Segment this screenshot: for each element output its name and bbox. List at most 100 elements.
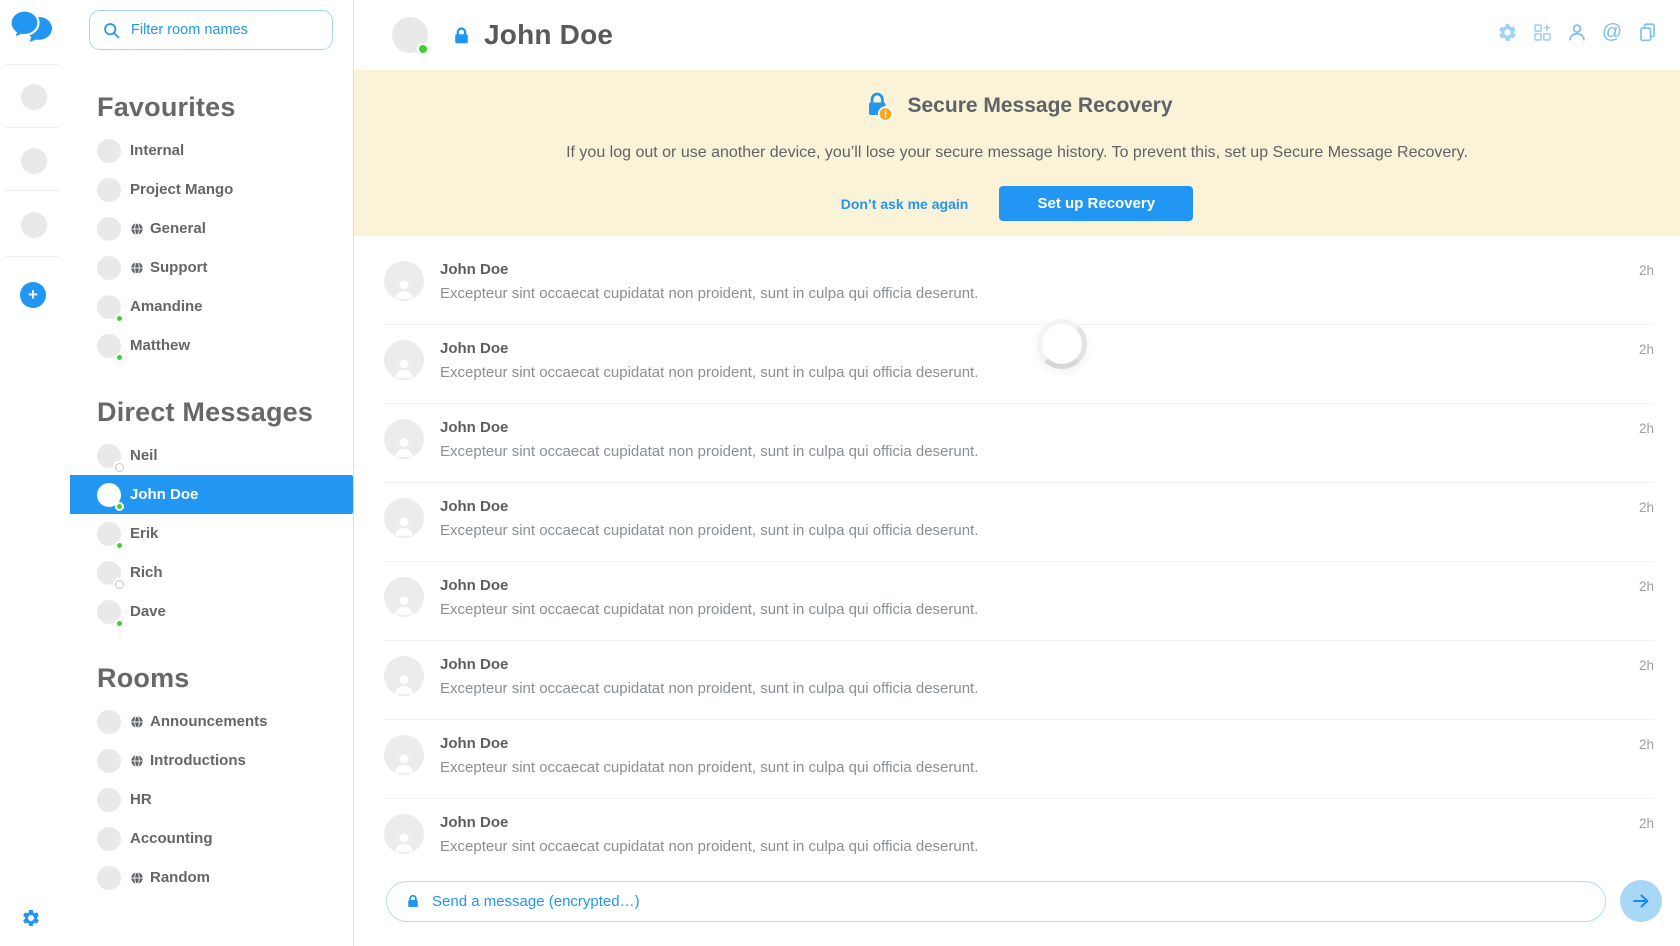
room-name-label: Announcements	[150, 713, 268, 730]
message-row: John Doe Excepteur sint occaecat cupidat…	[384, 641, 1654, 720]
rail-divider	[5, 64, 59, 65]
presence-offline-dot	[115, 463, 124, 472]
room-filter-box	[89, 10, 333, 50]
room-name-label: Internal	[130, 142, 184, 159]
message-content: John Doe Excepteur sint occaecat cupidat…	[440, 261, 1639, 324]
rail-avatar[interactable]	[21, 212, 47, 238]
conversation-panel: John Doe @	[354, 0, 1680, 946]
room-avatar	[97, 217, 121, 241]
message-sender: John Doe	[440, 577, 1639, 594]
globe-icon	[130, 871, 144, 885]
dismiss-button[interactable]: Don’t ask me again	[841, 196, 969, 212]
user-avatar	[97, 522, 121, 546]
sidebar-room-item[interactable]: Introductions	[70, 741, 353, 780]
rail-divider	[5, 127, 59, 128]
settings-icon[interactable]	[1496, 21, 1518, 43]
add-room-button[interactable]: +	[20, 282, 46, 308]
files-icon[interactable]	[1636, 21, 1658, 43]
sidebar-room-item[interactable]: Announcements	[70, 702, 353, 741]
rail-divider	[5, 190, 59, 191]
presence-online-dot	[115, 619, 124, 628]
room-avatar	[97, 139, 121, 163]
section-heading-rooms: Rooms	[97, 663, 353, 694]
sidebar-room-item[interactable]: Accounting	[70, 819, 353, 858]
globe-icon	[130, 261, 144, 275]
message-timestamp: 2h	[1639, 579, 1654, 640]
room-name-label: Introductions	[150, 752, 246, 769]
encrypted-lock-icon	[405, 893, 421, 909]
conversation-title: John Doe	[484, 19, 613, 51]
message-timestamp: 2h	[1639, 500, 1654, 561]
message-sender: John Doe	[440, 498, 1639, 515]
message-timestamp: 2h	[1639, 342, 1654, 403]
message-timestamp: 2h	[1639, 816, 1654, 878]
user-avatar	[97, 561, 121, 585]
room-filter-input[interactable]	[131, 22, 320, 38]
message-avatar-person-icon	[384, 261, 424, 301]
presence-online-dot	[115, 314, 124, 323]
sidebar-dm-item[interactable]: Rich	[70, 553, 353, 592]
room-list-sidebar: Favourites Internal Project Mango	[70, 0, 354, 946]
message-text: Excepteur sint occaecat cupidatat non pr…	[440, 364, 1639, 381]
message-composer	[386, 880, 1662, 922]
sidebar-dm-item[interactable]: Dave	[70, 592, 353, 631]
sidebar-room-item[interactable]: Matthew	[70, 326, 353, 365]
room-name-label: Project Mango	[130, 181, 233, 198]
room-avatar	[97, 178, 121, 202]
sidebar-dm-item[interactable]: Erik	[70, 514, 353, 553]
message-content: John Doe Excepteur sint occaecat cupidat…	[440, 577, 1639, 640]
sidebar-room-item[interactable]: Support	[70, 248, 353, 287]
sidebar-room-item[interactable]: Project Mango	[70, 170, 353, 209]
sidebar-dm-item[interactable]: John Doe	[70, 475, 353, 514]
sidebar-room-item[interactable]: General	[70, 209, 353, 248]
room-name-label: Random	[150, 869, 210, 886]
message-avatar-person-icon	[384, 577, 424, 617]
message-content: John Doe Excepteur sint occaecat cupidat…	[440, 814, 1639, 878]
sidebar-room-item[interactable]: Internal	[70, 131, 353, 170]
setup-recovery-button[interactable]: Set up Recovery	[999, 186, 1193, 221]
room-name-label: Amandine	[130, 298, 203, 315]
message-text: Excepteur sint occaecat cupidatat non pr…	[440, 522, 1639, 539]
app-logo-chat-bubbles-icon	[9, 9, 55, 54]
sidebar-room-item[interactable]: Random	[70, 858, 353, 897]
banner-title: Secure Message Recovery	[908, 94, 1173, 118]
send-arrow-icon	[1630, 890, 1652, 912]
sidebar-room-item[interactable]: Amandine	[70, 287, 353, 326]
sidebar-dm-item[interactable]: Neil	[70, 436, 353, 475]
composer-input[interactable]	[432, 893, 1589, 910]
message-content: John Doe Excepteur sint occaecat cupidat…	[440, 735, 1639, 798]
room-avatar	[97, 827, 121, 851]
room-name-label: HR	[130, 791, 152, 808]
user-name-label: Rich	[130, 564, 163, 581]
message-text: Excepteur sint occaecat cupidatat non pr…	[440, 680, 1639, 697]
rail-avatar[interactable]	[21, 148, 47, 174]
members-icon[interactable]	[1566, 21, 1588, 43]
svg-text:!: !	[883, 109, 886, 120]
room-avatar	[97, 866, 121, 890]
message-row: John Doe Excepteur sint occaecat cupidat…	[384, 325, 1654, 404]
user-name-label: Neil	[130, 447, 158, 464]
warning-lock-icon: !	[862, 90, 895, 122]
user-name-label: Erik	[130, 525, 158, 542]
message-avatar-person-icon	[384, 419, 424, 459]
room-avatar	[97, 334, 121, 358]
encrypted-lock-icon	[451, 25, 472, 46]
globe-icon	[130, 754, 144, 768]
add-integration-icon[interactable]	[1531, 21, 1553, 43]
message-text: Excepteur sint occaecat cupidatat non pr…	[440, 285, 1639, 302]
mentions-icon[interactable]: @	[1601, 21, 1623, 43]
sidebar-room-item[interactable]: HR	[70, 780, 353, 819]
room-avatar	[97, 749, 121, 773]
settings-gear-icon[interactable]	[21, 908, 41, 933]
message-row: John Doe Excepteur sint occaecat cupidat…	[384, 799, 1654, 878]
rail-avatar[interactable]	[21, 84, 47, 110]
send-button[interactable]	[1620, 880, 1662, 922]
direct-messages-list: Neil John Doe Erik	[70, 436, 353, 631]
message-sender: John Doe	[440, 814, 1639, 831]
user-avatar	[97, 483, 121, 507]
presence-online-dot	[115, 541, 124, 550]
message-timestamp: 2h	[1639, 658, 1654, 719]
banner-actions: Don’t ask me again Set up Recovery	[354, 186, 1680, 221]
message-avatar-person-icon	[384, 498, 424, 538]
user-avatar	[97, 444, 121, 468]
